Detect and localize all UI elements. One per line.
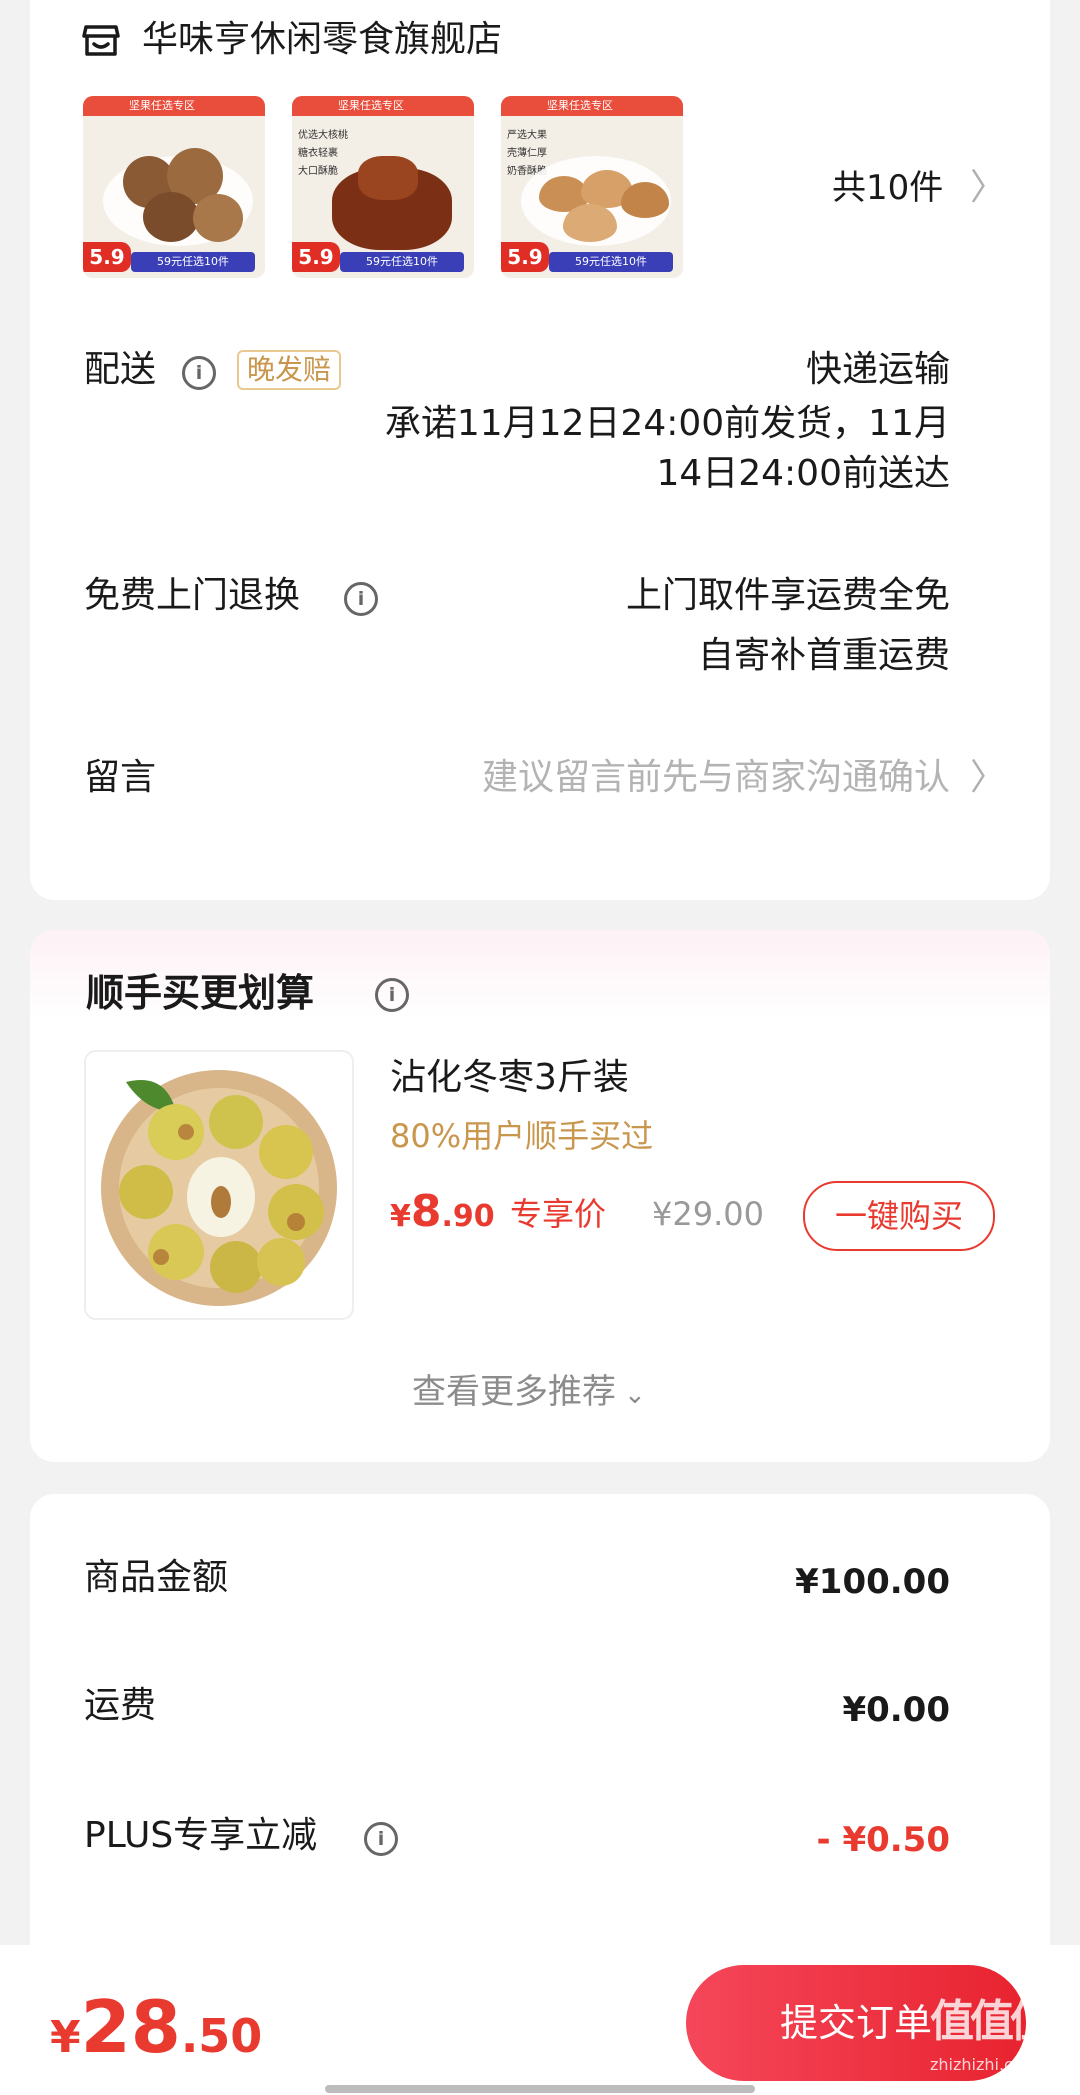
delivery-method[interactable]: 快递运输 bbox=[806, 348, 950, 392]
chevron-right-icon[interactable]: 〉 bbox=[970, 168, 1006, 208]
macadamia-image bbox=[143, 192, 199, 242]
feature-text: 壳薄仁厚 bbox=[507, 148, 547, 159]
watermark-url: zhizhizhi.com bbox=[930, 2055, 1039, 2074]
total-symbol: ¥ bbox=[50, 2012, 81, 2063]
promo-tag: 59元任选10件 bbox=[131, 252, 255, 272]
chevron-down-icon: ⌄ bbox=[624, 1380, 646, 1410]
plus-discount-label: PLUS专享立减 bbox=[84, 1815, 318, 1856]
return-label: 免费上门退换 bbox=[84, 575, 301, 616]
jujube-image bbox=[101, 1070, 337, 1306]
watermark-logo: 值值值 bbox=[930, 1996, 1054, 2047]
original-price: ¥29.00 bbox=[652, 1195, 764, 1233]
shipping-fee-value: ¥0.00 bbox=[842, 1690, 950, 1730]
shipping-fee-label: 运费 bbox=[84, 1685, 157, 1726]
product-thumbnail[interactable]: 坚果任选专区 优选大核桃 糖衣轻裹 大口酥脆 5.9 59元任选10件 bbox=[292, 96, 474, 278]
order-detail-card: 华味亨休闲零食旗舰店 坚果任选专区 5.9 59元任选10件 坚果任选专区 优选… bbox=[30, 0, 1050, 900]
more-recommendations-link[interactable]: 查看更多推荐 ⌄ bbox=[412, 1370, 646, 1417]
info-icon[interactable]: i bbox=[344, 582, 378, 616]
feature-text: 严选大果 bbox=[507, 130, 547, 141]
walnut-image bbox=[358, 156, 418, 200]
info-icon[interactable]: i bbox=[375, 978, 409, 1012]
product-count[interactable]: 共10件 bbox=[832, 166, 943, 210]
price-flag: 5.9 bbox=[292, 242, 340, 272]
late-ship-badge: 晚发赔 bbox=[237, 350, 342, 390]
exclusive-price-tag: 专享价 bbox=[510, 1195, 607, 1233]
total-price: ¥28.50 bbox=[50, 1987, 262, 2087]
store-icon bbox=[82, 24, 120, 58]
price-symbol: ¥ bbox=[390, 1199, 411, 1234]
price-int: 8 bbox=[410, 1186, 442, 1237]
thumb-banner: 坚果任选专区 bbox=[292, 96, 474, 116]
return-desc-line1: 上门取件享运费全免 bbox=[625, 575, 950, 616]
buy-now-button[interactable]: 一键购买 bbox=[803, 1181, 995, 1251]
almond-image bbox=[563, 204, 617, 242]
plus-discount-value: - ¥0.50 bbox=[816, 1820, 951, 1860]
addon-title: 顺手买更划算 bbox=[86, 971, 315, 1015]
addon-social-proof: 80%用户顺手买过 bbox=[390, 1117, 654, 1155]
delivery-promise-line1: 承诺11月12日24:00前发货，11月 bbox=[384, 403, 950, 444]
feature-text: 优选大核桃 bbox=[298, 130, 348, 141]
feature-text: 大口酥脆 bbox=[298, 166, 338, 177]
total-dec: .50 bbox=[180, 2009, 263, 2063]
price-flag: 5.9 bbox=[501, 242, 549, 272]
thumb-banner: 坚果任选专区 bbox=[501, 96, 683, 116]
goods-amount-value: ¥100.00 bbox=[795, 1562, 950, 1602]
more-recommendations-label: 查看更多推荐 bbox=[412, 1372, 616, 1412]
product-thumbnail[interactable]: 坚果任选专区 5.9 59元任选10件 bbox=[83, 96, 265, 278]
feature-text: 糖衣轻裹 bbox=[298, 148, 338, 159]
price-flag: 5.9 bbox=[83, 242, 131, 272]
macadamia-image bbox=[193, 194, 243, 242]
delivery-label: 配送 bbox=[84, 349, 157, 390]
promo-tag: 59元任选10件 bbox=[340, 252, 464, 272]
price-dec: .90 bbox=[441, 1199, 495, 1234]
addon-price: ¥8.90 bbox=[390, 1186, 495, 1247]
addon-product-image[interactable] bbox=[84, 1050, 354, 1320]
addon-product-name[interactable]: 沾化冬枣3斤装 bbox=[390, 1056, 629, 1100]
info-icon[interactable]: i bbox=[364, 1822, 398, 1856]
message-label: 留言 bbox=[84, 757, 157, 798]
home-indicator bbox=[325, 2085, 755, 2093]
product-thumbnail[interactable]: 坚果任选专区 严选大果 壳薄仁厚 奶香酥脆 5.9 59元任选10件 bbox=[501, 96, 683, 278]
message-input[interactable]: 建议留言前先与商家沟通确认 bbox=[482, 756, 950, 800]
total-int: 28 bbox=[80, 1985, 181, 2069]
thumb-banner: 坚果任选专区 bbox=[83, 96, 265, 116]
chevron-right-icon[interactable]: 〉 bbox=[970, 758, 1006, 798]
promo-tag: 59元任选10件 bbox=[549, 252, 673, 272]
goods-amount-label: 商品金额 bbox=[84, 1557, 229, 1598]
return-desc-line2: 自寄补首重运费 bbox=[697, 635, 950, 676]
store-name[interactable]: 华味亨休闲零食旗舰店 bbox=[142, 18, 502, 62]
checkout-bar: ¥28.50 提交订单 值值值 zhizhizhi.com bbox=[0, 1945, 1080, 2095]
addon-card: 顺手买更划算 i 沾化冬枣3斤装 80%用户顺手买过 ¥8.90 专享价 ¥29… bbox=[30, 930, 1050, 1462]
delivery-promise-line2: 14日24:00前送达 bbox=[656, 453, 950, 494]
almond-image bbox=[621, 182, 669, 218]
info-icon[interactable]: i bbox=[182, 356, 216, 390]
